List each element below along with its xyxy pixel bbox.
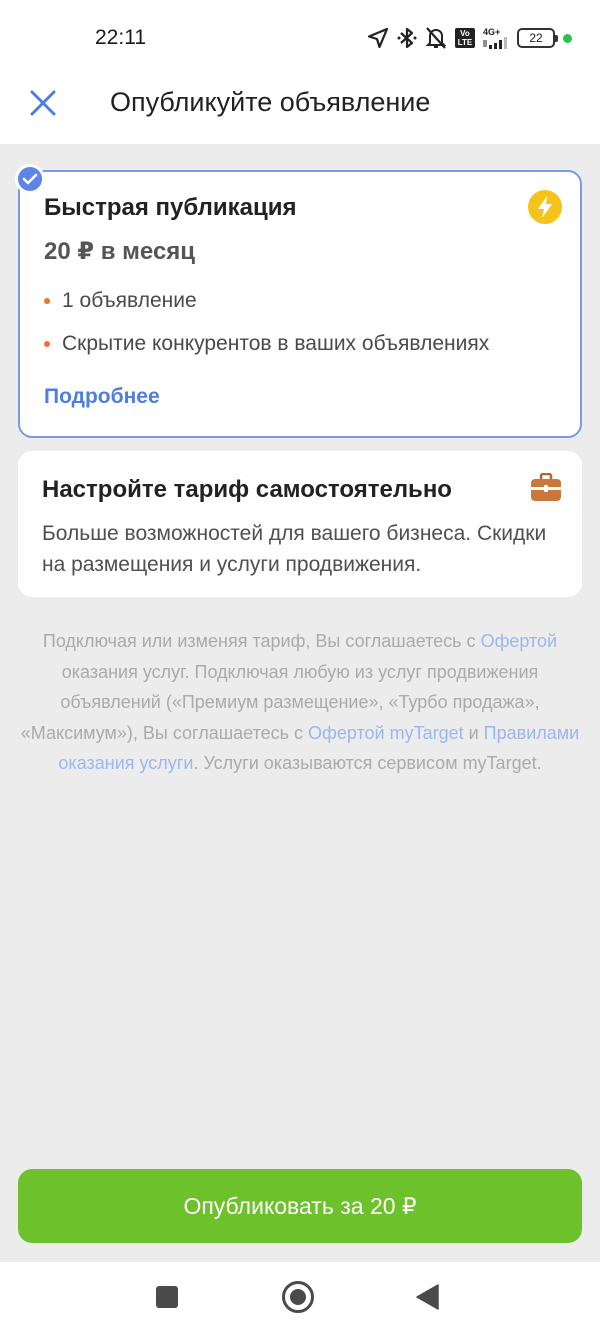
signal-icon: 4G+ (483, 27, 509, 49)
bullet-icon (44, 341, 50, 347)
bullet-icon (44, 298, 50, 304)
bell-muted-icon (425, 27, 447, 49)
lightning-icon (528, 190, 562, 224)
home-icon[interactable] (282, 1281, 314, 1313)
plan-feature-item: 1 объявление (44, 289, 197, 313)
close-button[interactable] (26, 86, 60, 120)
more-details-link[interactable]: Подробнее (44, 385, 160, 409)
battery-level: 22 (529, 31, 543, 45)
status-bar: 22:11 Vo LTE 4G+ 22 (0, 0, 600, 74)
plan-feature-item: Скрытие конкурентов в ваших объявлениях (44, 332, 489, 356)
publish-button[interactable]: Опубликовать за 20 ₽ (18, 1169, 582, 1243)
plan-price: 20 ₽ в месяц (44, 238, 196, 265)
plan-title: Быстрая публикация (44, 194, 297, 221)
feature-text: 1 объявление (62, 289, 197, 312)
legal-text-part: Подключая или изменяя тариф, Вы соглашае… (42, 631, 481, 651)
network-type: 4G+ (483, 27, 501, 37)
legal-text: Подключая или изменяя тариф, Вы соглашае… (20, 626, 580, 779)
location-arrow-icon (367, 27, 389, 49)
header: Опубликуйте объявление (0, 74, 600, 144)
legal-text-part: и (463, 722, 484, 743)
status-time: 22:11 (95, 26, 146, 49)
close-icon (30, 90, 56, 116)
selected-check-icon (15, 164, 45, 194)
custom-plan-card[interactable]: Настройте тариф самостоятельно Больше во… (18, 451, 582, 597)
briefcase-icon (531, 473, 561, 501)
recent-apps-icon[interactable] (156, 1286, 178, 1308)
mytarget-offer-link[interactable]: Офертой myTarget (308, 723, 464, 743)
system-nav-bar (0, 1262, 600, 1332)
volte-icon: Vo LTE (455, 28, 475, 48)
feature-text: Скрытие конкурентов в ваших объявлениях (62, 332, 490, 355)
page-title: Опубликуйте объявление (110, 87, 431, 117)
active-dot-icon (563, 33, 572, 43)
bluetooth-icon (397, 27, 417, 49)
legal-text-part: . Услуги оказываются сервисом myTarget. (193, 753, 542, 773)
back-icon[interactable] (416, 1284, 440, 1310)
offer-link[interactable]: Офертой (481, 631, 558, 651)
plan-description: Больше возможностей для вашего бизнеса. … (42, 522, 547, 576)
battery-icon: 22 (517, 28, 558, 48)
fast-publication-plan-card[interactable]: Быстрая публикация 20 ₽ в месяц 1 объявл… (15, 164, 582, 438)
plan-title: Настройте тариф самостоятельно (42, 476, 452, 503)
status-icons: Vo LTE 4G+ 22 (367, 24, 572, 52)
